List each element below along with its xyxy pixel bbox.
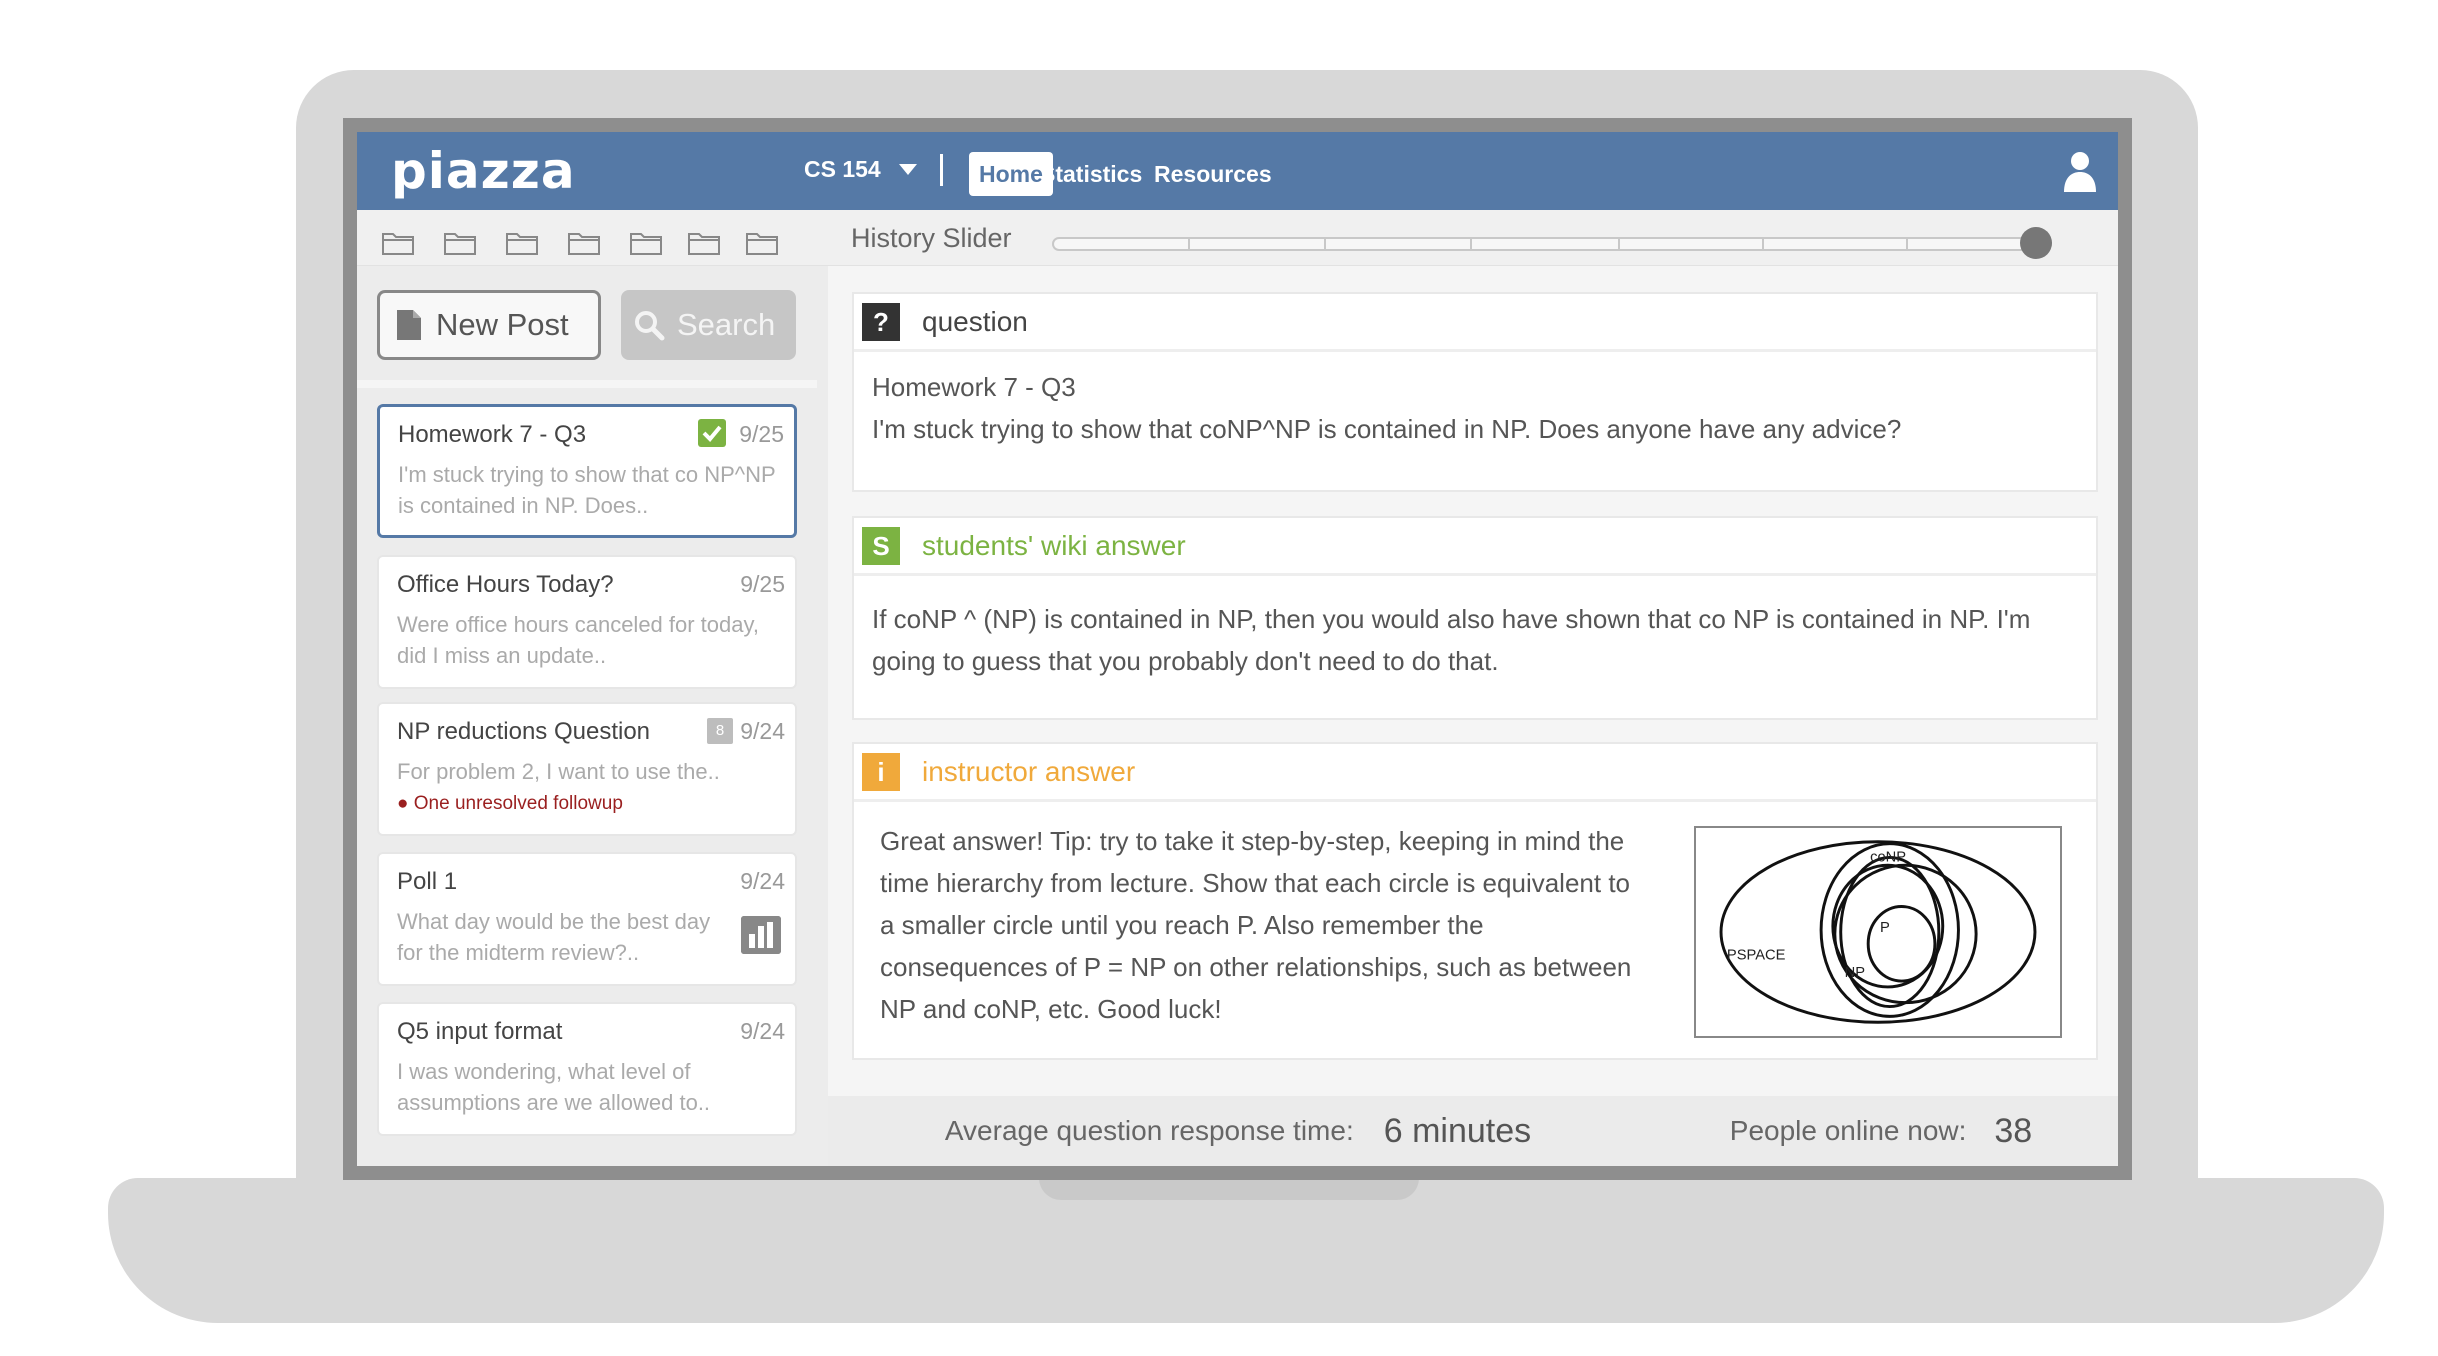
tab-statistics[interactable]: Statistics <box>1040 152 1142 196</box>
post-date: 9/24 <box>740 868 785 894</box>
search-icon <box>635 311 665 341</box>
instructor-answer-card: i instructor answer Great answer! Tip: t… <box>852 742 2098 1060</box>
np-label: NP <box>1845 965 1866 981</box>
post-preview: I'm stuck trying to show that co NP^NP i… <box>398 462 776 518</box>
student-answer-icon: S <box>862 526 900 565</box>
course-label: CS 154 <box>804 156 881 182</box>
new-post-label: New Post <box>436 307 569 342</box>
instructor-answer-label: instructor answer <box>922 755 1136 787</box>
top-nav-bar: piazza CS 154 Home Statistics Resources <box>357 132 2118 210</box>
post-date: 9/24 <box>740 1018 785 1044</box>
post-title: Poll 1 <box>397 868 458 895</box>
online-count-value: 38 <box>1994 1111 2033 1150</box>
tab-resources[interactable]: Resources <box>1154 152 1272 196</box>
instructor-answer-text[interactable]: Great answer! Tip: try to take it step-b… <box>854 802 1654 1048</box>
student-answer-text[interactable]: If coNP ^ (NP) is contained in NP, then … <box>854 576 2096 700</box>
post-date: 9/25 <box>740 571 785 597</box>
question-body: Homework 7 - Q3 I'm stuck trying to show… <box>854 352 2096 468</box>
laptop-illustration: piazza CS 154 Home Statistics Resources <box>0 0 2438 1356</box>
question-title: Homework 7 - Q3 <box>872 372 1076 402</box>
history-slider-handle[interactable] <box>2020 227 2052 259</box>
student-answer-label: students' wiki answer <box>922 529 1186 561</box>
response-time-label: Average question response time: <box>944 1115 1354 1146</box>
search-button[interactable]: Search <box>621 290 796 360</box>
slider-tick <box>1188 239 1190 249</box>
question-header: ? question <box>854 294 2096 352</box>
poll-chart-icon <box>741 916 781 954</box>
p-label: P <box>1880 920 1890 936</box>
instructor-answer-header: i instructor answer <box>854 744 2096 802</box>
post-title: Q5 input format <box>397 1018 563 1045</box>
post-item-np-reductions[interactable]: NP reductions Question 8 9/24 For proble… <box>377 702 797 836</box>
student-answer-header: S students' wiki answer <box>854 518 2096 576</box>
post-preview: For problem 2, I want to use the.. <box>397 759 720 784</box>
history-slider-track[interactable] <box>1052 237 2052 251</box>
response-time-value: 6 minutes <box>1383 1111 1532 1150</box>
nav-divider <box>940 154 943 186</box>
piazza-logo[interactable]: piazza <box>391 142 576 200</box>
new-post-button[interactable]: New Post <box>377 290 601 360</box>
slider-tick <box>1324 239 1326 249</box>
chevron-down-icon <box>898 164 917 175</box>
history-slider-label: History Slider <box>851 223 1012 253</box>
student-answer-card: S students' wiki answer If coNP ^ (NP) i… <box>852 516 2098 720</box>
screen-bezel: piazza CS 154 Home Statistics Resources <box>343 118 2132 1180</box>
folder-icon[interactable] <box>745 230 779 256</box>
slider-tick <box>1762 239 1764 249</box>
question-label: question <box>922 305 1028 337</box>
app-screen: piazza CS 154 Home Statistics Resources <box>357 132 2118 1166</box>
followup-text: One unresolved followup <box>413 793 623 814</box>
pspace-label: PSPACE <box>1727 947 1786 963</box>
folder-icon[interactable] <box>381 230 415 256</box>
online-count-label: People online now: <box>1729 1115 1967 1146</box>
post-preview: Were office hours canceled for today, di… <box>397 612 759 668</box>
unresolved-followup-note: ● One unresolved followup <box>397 793 623 814</box>
post-detail-pane: ? question Homework 7 - Q3 I'm stuck try… <box>828 266 2118 1166</box>
instructor-answer-icon: i <box>862 752 900 791</box>
response-time-stat: Average question response time: 6 minute… <box>828 1096 1648 1166</box>
course-selector[interactable]: CS 154 <box>804 156 917 183</box>
conp-label: coNP <box>1870 849 1906 865</box>
slider-tick <box>1618 239 1620 249</box>
post-item-office-hours[interactable]: Office Hours Today? 9/25 Were office hou… <box>377 555 797 689</box>
search-label: Search <box>677 307 776 342</box>
question-text: I'm stuck trying to show that coNP^NP is… <box>872 414 1902 444</box>
post-preview: What day would be the best day for the m… <box>397 909 711 965</box>
user-icon[interactable] <box>2062 150 2098 192</box>
folder-icon[interactable] <box>687 230 721 256</box>
slider-tick <box>1470 239 1472 249</box>
question-icon: ? <box>862 302 900 341</box>
post-date: 9/25 <box>739 421 784 447</box>
post-item-q5-input[interactable]: Q5 input format 9/24 I was wondering, wh… <box>377 1002 797 1136</box>
folder-icon[interactable] <box>567 230 601 256</box>
post-item-homework-7[interactable]: Homework 7 - Q3 9/25 I'm stuck trying to… <box>377 404 797 538</box>
post-date: 9/24 <box>740 718 785 744</box>
followup-count-badge: 8 <box>707 718 733 744</box>
post-title: Office Hours Today? <box>397 571 614 598</box>
post-item-poll-1[interactable]: Poll 1 9/24 What day would be the best d… <box>377 852 797 986</box>
document-icon <box>397 310 421 340</box>
folder-icon[interactable] <box>629 230 663 256</box>
folder-toolbar: History Slider <box>357 210 2118 266</box>
folder-icon[interactable] <box>443 230 477 256</box>
post-preview: I was wondering, what level of assumptio… <box>397 1059 711 1115</box>
checkmark-icon <box>698 419 726 447</box>
complexity-venn-diagram: coNP P PSPACE NP <box>1694 826 2062 1038</box>
sidebar-divider <box>357 380 817 388</box>
question-card: ? question Homework 7 - Q3 I'm stuck try… <box>852 292 2098 492</box>
laptop-notch <box>1039 1178 1419 1200</box>
folder-icon[interactable] <box>505 230 539 256</box>
online-count-stat: People online now: 38 <box>1644 1096 2118 1166</box>
slider-tick <box>1906 239 1908 249</box>
post-list-sidebar: New Post Search Homework 7 - Q3 9/25 I'm… <box>357 266 817 1166</box>
